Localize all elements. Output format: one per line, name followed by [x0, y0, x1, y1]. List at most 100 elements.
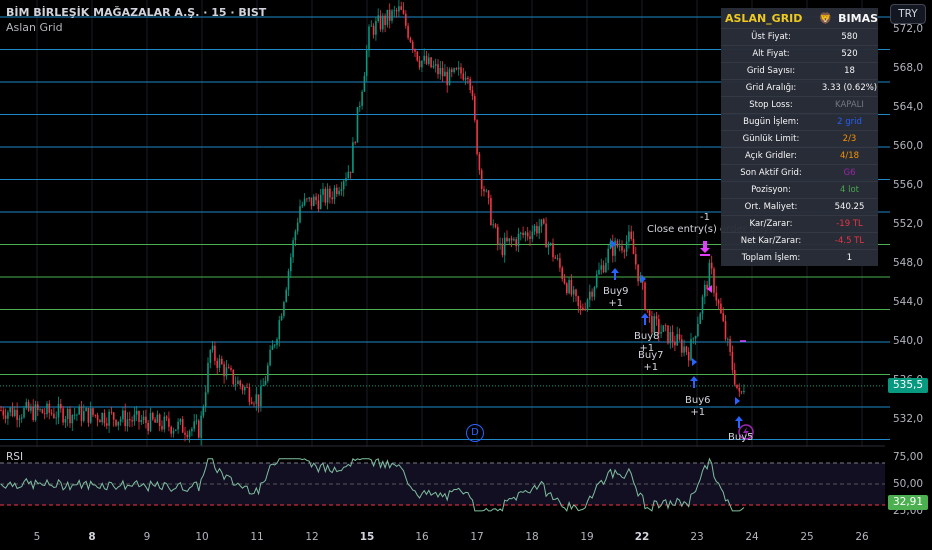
candle-body: [23, 408, 25, 418]
candle-body: [538, 226, 540, 234]
candle-body: [345, 178, 347, 182]
candle-body: [232, 369, 235, 385]
candle-body: [692, 338, 695, 340]
candle-body: [110, 411, 113, 413]
price-axis-label: 548,0: [893, 257, 924, 269]
candle-body: [676, 334, 678, 346]
candle-body: [501, 243, 504, 256]
table-row: Toplam İşlem: 1: [721, 249, 878, 266]
time-axis-label: 12: [305, 531, 319, 543]
candle-body: [333, 187, 336, 200]
candle-body: [607, 248, 609, 263]
row-key: Alt Fiyat:: [752, 49, 790, 59]
candle-body: [48, 403, 51, 413]
candle-body: [621, 246, 623, 251]
candle-body: [556, 258, 559, 260]
candle-body: [99, 420, 101, 423]
candle-body: [547, 243, 550, 248]
candle-body: [301, 204, 304, 207]
candle-body: [170, 426, 172, 434]
row-value: 4 lot: [839, 185, 859, 195]
candle-body: [161, 426, 163, 430]
candle-body: [506, 237, 508, 242]
candle-body: [303, 198, 306, 205]
currency-button[interactable]: TRY: [890, 4, 926, 24]
candle-body: [402, 9, 405, 14]
close-qty-label: -1: [700, 212, 710, 223]
table-row: Alt Fiyat: 520: [721, 45, 878, 62]
candle-body: [600, 265, 603, 270]
candle-body: [602, 265, 605, 273]
candle-body: [474, 96, 476, 121]
candle-body: [193, 421, 195, 429]
candle-body: [101, 412, 103, 423]
candle-body: [122, 410, 124, 420]
candle-body: [103, 412, 106, 424]
candle-body: [579, 305, 582, 308]
candle-body: [639, 277, 642, 282]
price-axis-label: 544,0: [893, 296, 924, 308]
candle-body: [543, 219, 545, 224]
candle-body: [469, 79, 471, 90]
candle-body: [315, 196, 317, 201]
candle-body: [515, 239, 517, 247]
candle-body: [708, 262, 711, 290]
candle-body: [9, 407, 11, 413]
candle-body: [37, 404, 39, 411]
candle-body: [257, 394, 260, 407]
candle-body: [423, 55, 425, 61]
candle-body: [142, 416, 145, 421]
candle-body: [522, 232, 524, 236]
candle-body: [605, 262, 607, 273]
row-value: 4/18: [839, 151, 860, 161]
candle-body: [18, 418, 21, 420]
candle-body: [271, 345, 274, 350]
candle-body: [253, 403, 255, 405]
row-value: -4.5 TL: [834, 236, 865, 246]
candle-body: [591, 291, 593, 297]
candle-body: [278, 320, 281, 340]
dividend-icon[interactable]: D: [466, 424, 484, 442]
time-axis-label: 10: [195, 531, 209, 543]
candle-body: [513, 239, 515, 241]
candle-body: [492, 224, 494, 226]
time-axis-label: 15: [359, 531, 375, 543]
candle-body: [209, 350, 212, 363]
candle-body: [453, 68, 455, 73]
candle-body: [246, 387, 248, 388]
candle-body: [554, 257, 557, 259]
candle-body: [241, 385, 244, 391]
candle-body: [106, 423, 108, 426]
table-row: Üst Fiyat: 580: [721, 28, 878, 45]
candle-body: [455, 68, 458, 70]
row-value: 3.33 (0.62%): [821, 83, 878, 93]
candle-body: [230, 368, 232, 370]
candle-body: [239, 380, 241, 386]
candle-body: [418, 60, 421, 68]
candle-body: [168, 418, 170, 427]
candle-body: [395, 10, 398, 12]
candle-body: [637, 264, 639, 282]
row-value: 2 grid: [837, 117, 862, 127]
candle-body: [294, 231, 297, 241]
candle-body: [147, 422, 149, 431]
rsi-current-label: 32,91: [888, 495, 928, 510]
indicator-name[interactable]: Aslan Grid: [6, 21, 63, 34]
candle-body: [356, 107, 359, 143]
candle-body: [529, 236, 531, 239]
candle-body: [131, 420, 133, 422]
time-axis-label: 22: [634, 531, 650, 543]
candle-body: [283, 302, 285, 316]
candle-body: [16, 409, 18, 420]
candle-body: [324, 188, 327, 203]
candle-body: [660, 331, 662, 334]
candle-body: [237, 380, 239, 385]
candle-body: [586, 299, 589, 310]
candle-body: [618, 246, 621, 247]
candle-body: [690, 339, 692, 361]
candle-body: [338, 190, 340, 195]
candle-body: [352, 142, 354, 173]
candle-body: [34, 404, 37, 421]
candle-body: [20, 417, 23, 419]
candle-body: [687, 351, 690, 361]
